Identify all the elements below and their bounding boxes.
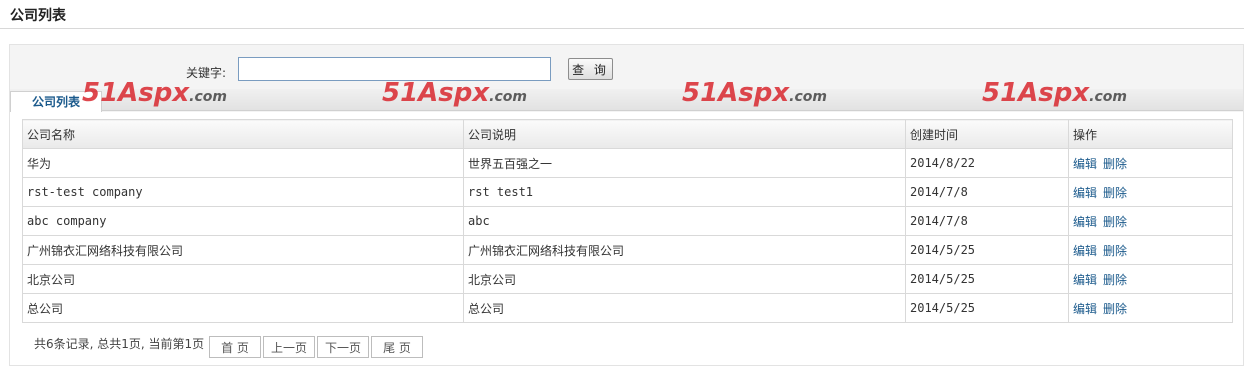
table-row: 北京公司 北京公司 2014/5/25 编辑 删除 [22, 264, 1233, 294]
edit-link[interactable]: 编辑 [1073, 273, 1097, 287]
company-name: 北京公司 [22, 264, 464, 294]
company-description: abc [463, 206, 906, 236]
edit-link[interactable]: 编辑 [1073, 302, 1097, 316]
table-row: 总公司 总公司 2014/5/25 编辑 删除 [22, 293, 1233, 323]
column-header-actions: 操作 [1068, 119, 1233, 149]
company-name: 广州锦衣汇网络科技有限公司 [22, 235, 464, 265]
table-header-row: 公司名称 公司说明 创建时间 操作 [22, 119, 1233, 149]
table-row: 广州锦衣汇网络科技有限公司 广州锦衣汇网络科技有限公司 2014/5/25 编辑… [22, 235, 1233, 265]
company-table: 公司名称 公司说明 创建时间 操作 华为 世界五百强之一 2014/8/22 编… [22, 119, 1233, 323]
edit-link[interactable]: 编辑 [1073, 186, 1097, 200]
row-actions: 编辑 删除 [1068, 206, 1233, 236]
table-row: abc company abc 2014/7/8 编辑 删除 [22, 206, 1233, 236]
company-name: 总公司 [22, 293, 464, 323]
company-name: 华为 [22, 148, 464, 178]
row-actions: 编辑 删除 [1068, 148, 1233, 178]
company-description: rst test1 [463, 177, 906, 207]
company-name: rst-test company [22, 177, 464, 207]
prev-page-button[interactable]: 上一页 [263, 336, 315, 358]
column-header-created: 创建时间 [905, 119, 1069, 149]
company-description: 北京公司 [463, 264, 906, 294]
delete-link[interactable]: 删除 [1103, 302, 1127, 316]
last-page-button[interactable]: 尾 页 [371, 336, 423, 358]
created-date: 2014/7/8 [905, 177, 1069, 207]
search-button[interactable]: 查 询 [568, 58, 613, 80]
delete-link[interactable]: 删除 [1103, 157, 1127, 171]
created-date: 2014/5/25 [905, 264, 1069, 294]
company-list-panel: 关键字: 查 询 公司列表 公司名称 公司说明 创建时间 操作 华为 世界五百强… [9, 44, 1244, 366]
company-description: 总公司 [463, 293, 906, 323]
next-page-button[interactable]: 下一页 [317, 336, 369, 358]
first-page-button[interactable]: 首 页 [209, 336, 261, 358]
table-row: rst-test company rst test1 2014/7/8 编辑 删除 [22, 177, 1233, 207]
delete-link[interactable]: 删除 [1103, 186, 1127, 200]
row-actions: 编辑 删除 [1068, 235, 1233, 265]
created-date: 2014/5/25 [905, 293, 1069, 323]
edit-link[interactable]: 编辑 [1073, 244, 1097, 258]
created-date: 2014/8/22 [905, 148, 1069, 178]
search-label: 关键字: [186, 66, 227, 80]
search-input[interactable] [238, 57, 551, 81]
column-header-name: 公司名称 [22, 119, 464, 149]
tab-company-list[interactable]: 公司列表 [10, 91, 102, 112]
edit-link[interactable]: 编辑 [1073, 215, 1097, 229]
delete-link[interactable]: 删除 [1103, 244, 1127, 258]
pagination-info: 共6条记录, 总共1页, 当前第1页 [34, 337, 205, 351]
page-title: 公司列表 [10, 8, 66, 24]
created-date: 2014/5/25 [905, 235, 1069, 265]
page-header: 公司列表 [0, 0, 1244, 29]
row-actions: 编辑 删除 [1068, 264, 1233, 294]
company-name: abc company [22, 206, 464, 236]
table-row: 华为 世界五百强之一 2014/8/22 编辑 删除 [22, 148, 1233, 178]
company-description: 世界五百强之一 [463, 148, 906, 178]
row-actions: 编辑 删除 [1068, 177, 1233, 207]
row-actions: 编辑 删除 [1068, 293, 1233, 323]
tab-bar: 公司列表 [10, 89, 1243, 112]
company-description: 广州锦衣汇网络科技有限公司 [463, 235, 906, 265]
created-date: 2014/7/8 [905, 206, 1069, 236]
delete-link[interactable]: 删除 [1103, 215, 1127, 229]
tab-content: 公司名称 公司说明 创建时间 操作 华为 世界五百强之一 2014/8/22 编… [10, 112, 1243, 365]
column-header-description: 公司说明 [463, 119, 906, 149]
edit-link[interactable]: 编辑 [1073, 157, 1097, 171]
delete-link[interactable]: 删除 [1103, 273, 1127, 287]
